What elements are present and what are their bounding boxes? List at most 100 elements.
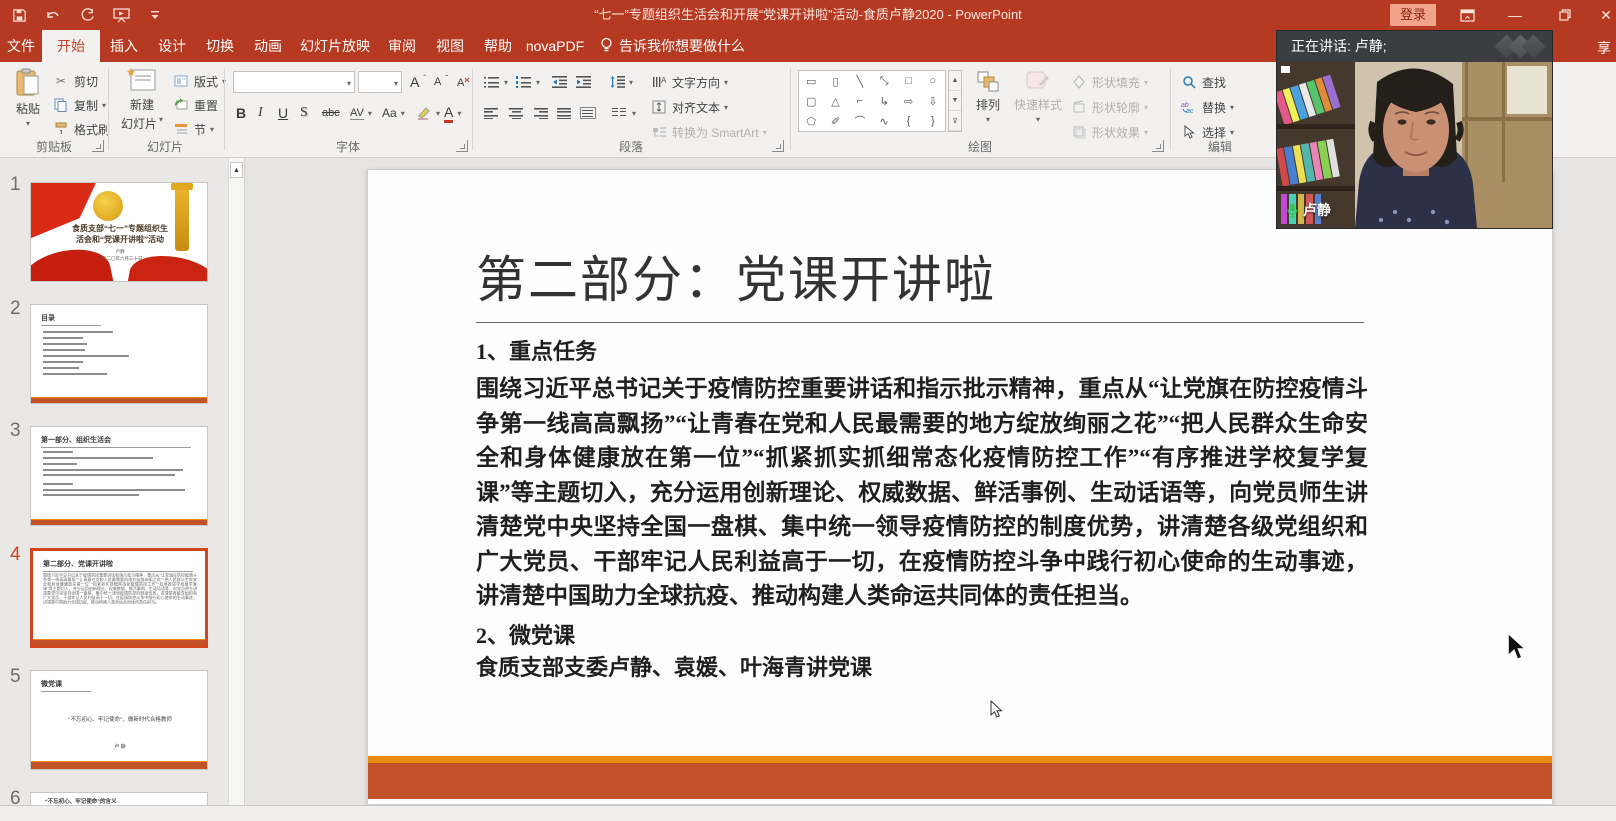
- section-button[interactable]: 节▾: [172, 118, 214, 140]
- shape-line[interactable]: ╲: [848, 71, 872, 91]
- line-spacing-button[interactable]: ▾: [610, 71, 633, 93]
- restore-button[interactable]: [1548, 0, 1582, 30]
- tab-insert[interactable]: 插入: [100, 30, 148, 62]
- tab-transitions[interactable]: 切换: [196, 30, 244, 62]
- bold-button[interactable]: B: [236, 102, 246, 124]
- slide-title-text[interactable]: 第二部分：党课开讲啦: [476, 240, 1456, 312]
- shape-rectangle[interactable]: □: [896, 71, 920, 91]
- slide-thumbnail-5[interactable]: 微党课 “不忘初心、牢记使命”，做新时代合格教师 卢 静: [30, 670, 208, 770]
- paste-button[interactable]: 粘贴 ▾: [8, 68, 48, 128]
- shape-freeform[interactable]: ⬠: [799, 111, 823, 131]
- clipboard-dialog-launcher[interactable]: [92, 140, 104, 152]
- shrink-font-button[interactable]: Aˇ: [434, 71, 448, 93]
- align-center-button[interactable]: [508, 102, 524, 124]
- shape-gallery-more-icon[interactable]: ⊽: [949, 111, 961, 131]
- quick-styles-button[interactable]: 快速样式 ▾: [1012, 70, 1064, 124]
- arrange-button[interactable]: 排列 ▾: [966, 70, 1010, 124]
- italic-button[interactable]: I: [258, 102, 263, 124]
- align-right-button[interactable]: [532, 102, 548, 124]
- current-slide[interactable]: 第二部分：党课开讲啦 1、重点任务 围绕习近平总书记关于疫情防控重要讲话和指示批…: [367, 169, 1553, 805]
- numbering-button[interactable]: ▾: [516, 71, 540, 93]
- slide-thumbnail-6[interactable]: “不忘初心、牢记使命”的含义: [30, 792, 208, 805]
- find-button[interactable]: 查找: [1180, 71, 1226, 93]
- shape-gallery[interactable]: ▭ ▯ ╲ ⤡ □ ○ ▢ △ ⌐ ↳ ⇨ ⇩ ⬠ ✐ ⌒ ∿ { }: [798, 70, 946, 132]
- decrease-indent-button[interactable]: [552, 71, 567, 93]
- tab-home[interactable]: 开始: [42, 30, 100, 62]
- shape-fill-button[interactable]: 形状填充▾: [1070, 71, 1148, 93]
- shape-vtextbox[interactable]: ▯: [823, 71, 847, 91]
- align-text-button[interactable]: 对齐文本▾: [650, 96, 728, 118]
- strikethrough-button[interactable]: abc: [322, 102, 340, 124]
- shape-oval[interactable]: ○: [921, 71, 945, 91]
- copy-button[interactable]: 复制▾: [52, 94, 106, 116]
- shape-textbox[interactable]: ▭: [799, 71, 823, 91]
- grow-font-button[interactable]: Aˆ: [410, 71, 426, 93]
- tab-slideshow[interactable]: 幻灯片放映: [292, 30, 378, 62]
- tab-design[interactable]: 设计: [148, 30, 196, 62]
- close-button[interactable]: ✕: [1596, 0, 1616, 30]
- thumbnail-scrollbar[interactable]: [228, 158, 244, 805]
- paragraph-dialog-launcher[interactable]: [772, 140, 784, 152]
- shape-gallery-scroll[interactable]: ▲ ▼ ⊽: [948, 70, 962, 132]
- increase-indent-button[interactable]: [576, 71, 591, 93]
- shape-arrow-line[interactable]: ⤡: [872, 71, 896, 91]
- highlight-pen-button[interactable]: ▾: [416, 102, 440, 124]
- shape-curve[interactable]: ∿: [872, 111, 896, 131]
- shape-elbow-arrow[interactable]: ↳: [872, 91, 896, 111]
- slide-thumbnail-4[interactable]: 第二部分、党课开讲啦 围绕习近平总书记关于疫情防控重要讲话和指示批示精神，重点从…: [30, 548, 208, 648]
- tab-view[interactable]: 视图: [426, 30, 474, 62]
- distribute-button[interactable]: [580, 102, 596, 124]
- share-button-cutoff[interactable]: 享: [1597, 38, 1611, 58]
- tab-review[interactable]: 审阅: [378, 30, 426, 62]
- shape-arrow-right[interactable]: ⇨: [896, 91, 920, 111]
- justify-button[interactable]: [556, 102, 572, 124]
- drawing-dialog-launcher[interactable]: [1152, 140, 1164, 152]
- login-button[interactable]: 登录: [1390, 4, 1436, 26]
- shape-elbow[interactable]: ⌐: [848, 91, 872, 111]
- slide-heading-2[interactable]: 2、微党课: [476, 618, 575, 650]
- font-size-combo[interactable]: ▾: [358, 71, 402, 93]
- shape-brace-right[interactable]: }: [921, 111, 945, 131]
- bullets-button[interactable]: ▾: [484, 71, 508, 93]
- character-spacing-button[interactable]: AV▾: [350, 102, 372, 124]
- text-shadow-button[interactable]: S: [300, 102, 308, 124]
- change-case-button[interactable]: Aa▾: [382, 102, 405, 124]
- columns-button[interactable]: ▾: [612, 102, 636, 124]
- format-painter-button[interactable]: 格式刷: [52, 118, 110, 140]
- new-slide-button[interactable]: 新建 幻灯片▾: [116, 68, 168, 132]
- font-dialog-launcher[interactable]: [456, 140, 468, 152]
- slide-heading-1[interactable]: 1、重点任务: [476, 334, 597, 366]
- tell-me-box[interactable]: 告诉我你想要做什么: [600, 30, 745, 62]
- align-left-button[interactable]: [484, 102, 500, 124]
- ribbon-display-options-icon[interactable]: [1450, 0, 1484, 30]
- font-name-combo[interactable]: ▾: [233, 71, 355, 93]
- shape-scroll-up-icon[interactable]: ▲: [949, 71, 961, 91]
- text-direction-button[interactable]: A 文字方向▾: [650, 71, 728, 93]
- shape-arc[interactable]: ⌒: [848, 111, 872, 131]
- shape-scribble[interactable]: ✐: [823, 111, 847, 131]
- slide-thumbnail-3[interactable]: 第一部分、组织生活会: [30, 426, 208, 526]
- tab-file[interactable]: 文件: [0, 30, 42, 62]
- slide-thumbnail-1[interactable]: 食质支部“七一”专题组织生 活会和“党课开讲啦”活动 卢静 二〇二〇年六月三十日: [30, 182, 208, 282]
- tab-animations[interactable]: 动画: [244, 30, 292, 62]
- thumbnail-scroll-up-icon[interactable]: ▲: [230, 162, 243, 178]
- slide-thumbnail-2[interactable]: 目录: [30, 304, 208, 404]
- minimize-button[interactable]: —: [1498, 0, 1532, 30]
- clear-formatting-button[interactable]: A: [456, 71, 470, 93]
- shape-arrow-down[interactable]: ⇩: [921, 91, 945, 111]
- layout-button[interactable]: 版式▾: [172, 70, 226, 92]
- shape-triangle[interactable]: △: [823, 91, 847, 111]
- meeting-video-panel[interactable]: 正在讲话: 卢静;: [1276, 30, 1553, 229]
- shape-brace-left[interactable]: {: [896, 111, 920, 131]
- cut-button[interactable]: ✂ 剪切: [52, 70, 98, 92]
- font-color-button[interactable]: A▾: [444, 102, 461, 124]
- reset-button[interactable]: 重置: [172, 94, 218, 116]
- shape-outline-button[interactable]: 形状轮廓▾: [1070, 96, 1148, 118]
- shape-scroll-down-icon[interactable]: ▼: [949, 91, 961, 111]
- shape-rounded-rect[interactable]: ▢: [799, 91, 823, 111]
- tab-help[interactable]: 帮助: [474, 30, 522, 62]
- slide-body-text[interactable]: 围绕习近平总书记关于疫情防控重要讲话和指示批示精神，重点从“让党旗在防控疫情斗争…: [476, 372, 1368, 614]
- underline-button[interactable]: U: [278, 102, 288, 124]
- slide-speakers-line[interactable]: 食质支部支委卢静、袁媛、叶海青讲党课: [476, 650, 872, 682]
- replace-button[interactable]: abac 替换▾: [1180, 96, 1234, 118]
